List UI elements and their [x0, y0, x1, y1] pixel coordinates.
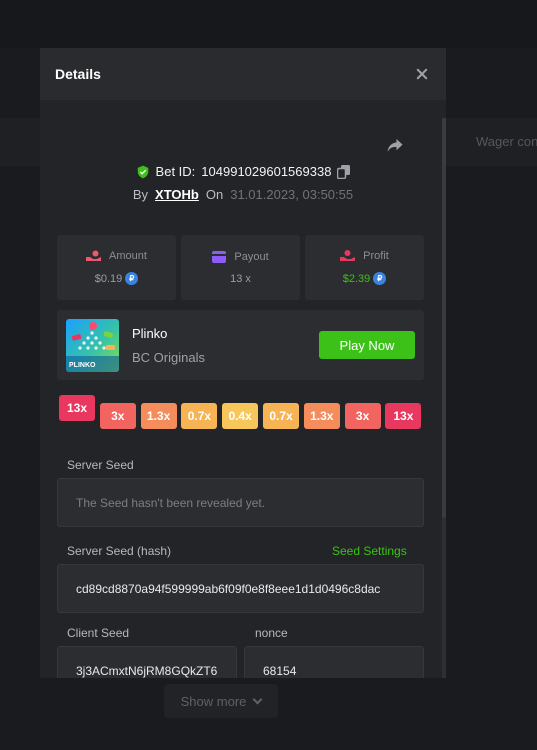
coin-icon: ₽	[373, 272, 387, 285]
game-provider: BC Originals	[132, 350, 205, 365]
bet-id-line: Bet ID: 104991029601569338	[40, 164, 446, 179]
game-name: Plinko	[132, 326, 168, 341]
nonce-field[interactable]: 68154	[244, 646, 424, 678]
server-seed-hash-field[interactable]: cd89cd8870a94f599999ab6f09f0e8f8eee1d1d0…	[57, 564, 424, 613]
server-seed-label: Server Seed	[67, 458, 134, 472]
by-label: By	[132, 187, 149, 202]
bet-date: 31.01.2023, 03:50:55	[230, 187, 354, 202]
coin-icon: ₽	[125, 272, 139, 285]
modal-title: Details	[55, 66, 101, 82]
card-icon	[212, 250, 227, 263]
stat-payout: Payout 13 x	[181, 235, 300, 300]
stat-profit-value: $2.39	[342, 272, 371, 285]
stat-profit-label: Profit	[363, 250, 389, 262]
money-hand-icon	[86, 250, 102, 261]
page-header-backdrop	[0, 0, 537, 48]
stat-profit: Profit $2.39 ₽	[305, 235, 424, 300]
multiplier-tile: 0.7x	[181, 403, 218, 429]
modal-header: Details	[40, 48, 446, 100]
multiplier-tile: 1.3x	[303, 403, 340, 429]
show-more-button[interactable]: Show more	[164, 684, 278, 718]
chevron-down-icon	[252, 694, 263, 704]
server-seed-hash-label: Server Seed (hash)	[67, 544, 172, 558]
show-more-label: Show more	[180, 693, 247, 709]
bet-id-value: 104991029601569338	[201, 164, 332, 179]
multiplier-tile: 0.7x	[263, 403, 299, 429]
stat-payout-value: 13 x	[230, 272, 251, 285]
wager-contest-text: Wager con	[476, 134, 537, 149]
server-seed-field[interactable]: The Seed hasn't been revealed yet.	[57, 478, 424, 527]
multiplier-tile: 3x	[344, 403, 381, 429]
verified-shield-icon	[137, 165, 148, 178]
thumb-logo-text: PLINKO	[69, 362, 96, 369]
stat-payout-label: Payout	[234, 250, 269, 263]
multiplier-tile: 1.3x	[140, 403, 177, 429]
profit-hand-icon	[340, 250, 356, 261]
play-now-button[interactable]: Play Now	[319, 331, 415, 359]
bet-meta-line: By XTOHb On 31.01.2023, 03:50:55	[40, 187, 446, 202]
bet-stats: Amount $0.19 ₽ Payout 13 x Profit $2.39 …	[57, 235, 424, 300]
client-seed-field[interactable]: 3j3ACmxtN6jRM8GQkZT6	[57, 646, 237, 678]
share-icon[interactable]	[386, 136, 404, 154]
on-label: On	[205, 187, 224, 202]
client-seed-label: Client Seed	[67, 626, 130, 640]
seed-settings-link[interactable]: Seed Settings	[332, 544, 407, 558]
close-icon[interactable]	[414, 66, 430, 82]
multiplier-tile: 13x	[59, 395, 95, 421]
multiplier-tile: 13x	[385, 403, 422, 429]
copy-icon[interactable]	[337, 164, 351, 179]
plinko-thumbnail[interactable]: PLINKO	[66, 319, 119, 372]
nonce-label: nonce	[255, 626, 288, 640]
user-link[interactable]: XTOHb	[155, 187, 199, 202]
stat-amount-value: $0.19	[94, 272, 123, 285]
multiplier-tile: 3x	[99, 403, 136, 429]
stat-amount: Amount $0.19 ₽	[57, 235, 176, 300]
game-card: PLINKO Plinko BC Originals Play Now	[57, 310, 424, 380]
details-modal: Details Bet ID: 104991029601569338 By XT…	[40, 48, 446, 678]
multiplier-tile: 0.4x	[222, 403, 259, 429]
stat-amount-label: Amount	[109, 250, 147, 262]
bet-id-label: Bet ID:	[155, 164, 196, 179]
